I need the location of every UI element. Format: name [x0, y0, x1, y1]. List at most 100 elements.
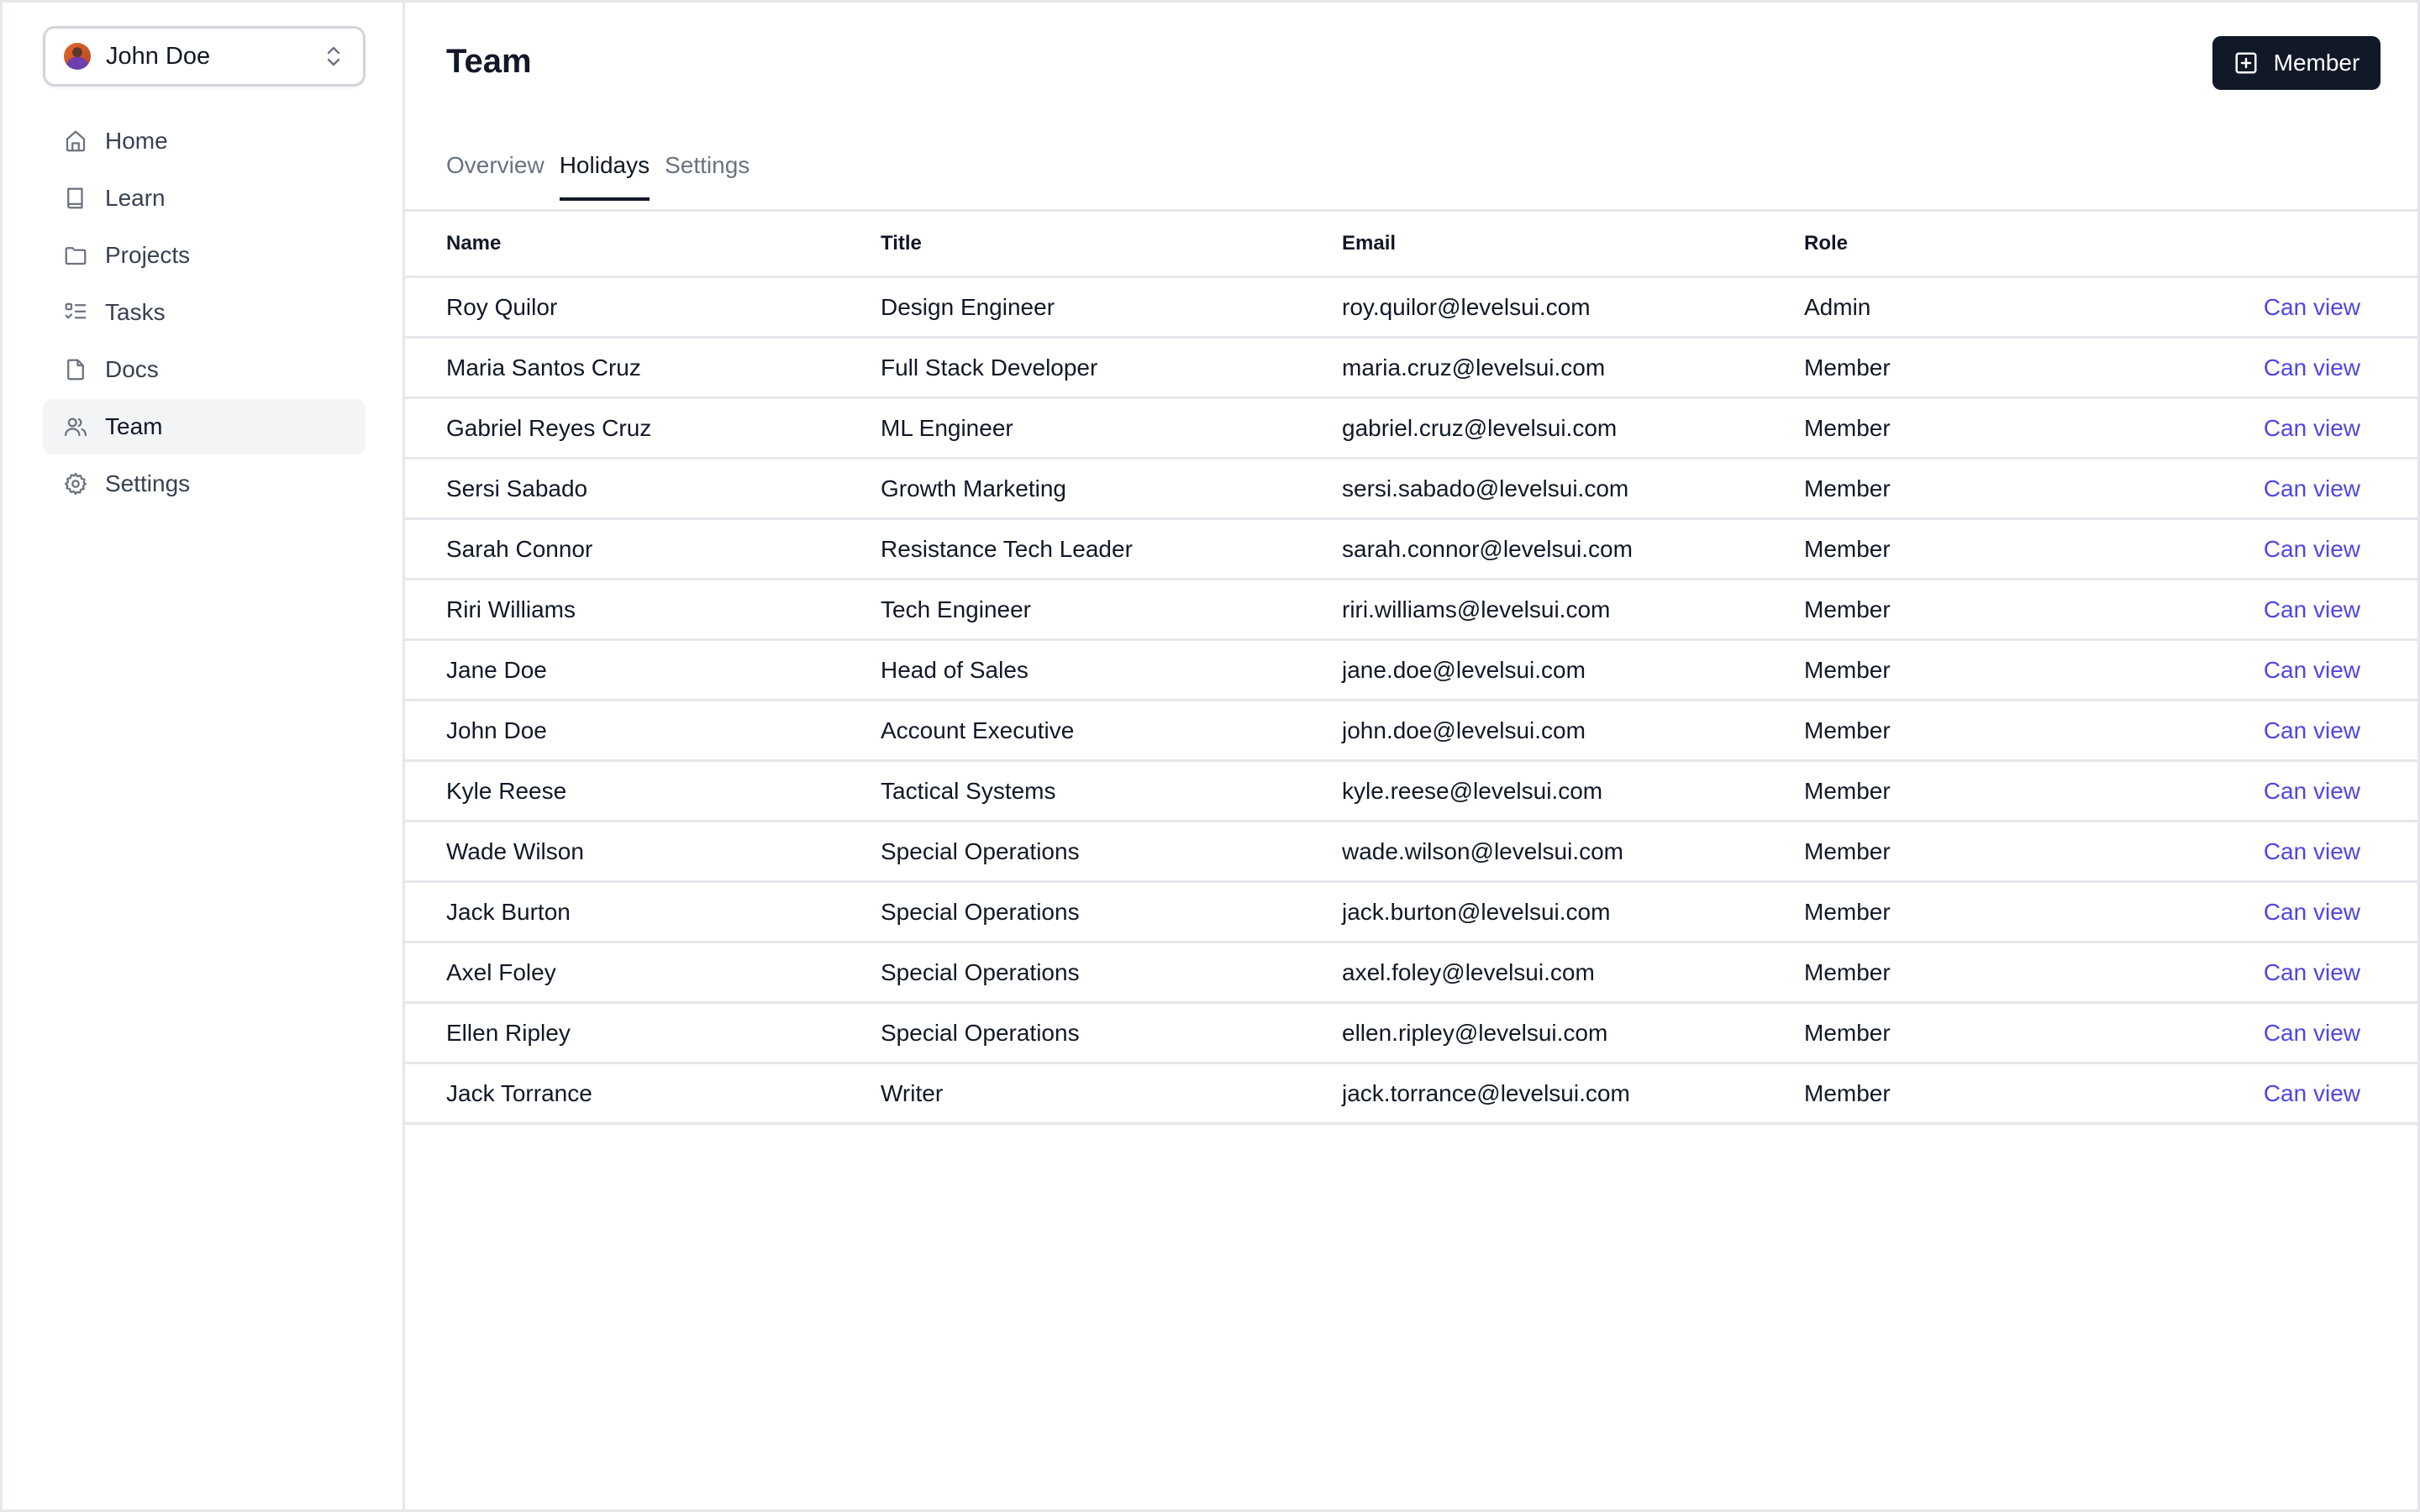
- table-row: Sarah Connor Resistance Tech Leader sarah.…: [405, 520, 2417, 580]
- column-header-email: Email: [1342, 232, 1397, 255]
- permission-link[interactable]: Can view: [2264, 536, 2360, 563]
- add-member-button[interactable]: Member: [2212, 36, 2381, 90]
- member-title: Special Operations: [881, 837, 1080, 864]
- tab-settings[interactable]: Settings: [665, 152, 750, 201]
- permission-link[interactable]: Can view: [2264, 717, 2360, 744]
- table-row: Jack Burton Special Operations jack.burton…: [405, 883, 2417, 943]
- avatar: [64, 43, 91, 70]
- permission-link[interactable]: Can view: [2264, 959, 2360, 986]
- sidebar-item-learn[interactable]: Learn: [43, 171, 366, 226]
- sidebar-item-label: Learn: [105, 185, 166, 211]
- member-email: jack.torrance@levelsui.com: [1342, 1079, 1630, 1106]
- member-role: Member: [1804, 958, 1891, 985]
- column-header-title: Title: [881, 232, 922, 255]
- member-role: Member: [1804, 1079, 1891, 1106]
- gear-icon: [65, 473, 87, 495]
- sidebar-item-label: Tasks: [105, 299, 166, 325]
- member-role: Member: [1804, 717, 1891, 743]
- member-role: Member: [1804, 535, 1891, 562]
- sidebar-item-label: Docs: [105, 356, 159, 382]
- member-name: John Doe: [446, 717, 547, 743]
- sidebar: John Doe Home Learn Projects Tasks Docs …: [3, 3, 405, 1509]
- member-name: Sarah Connor: [446, 535, 593, 562]
- member-title: Growth Marketing: [881, 475, 1066, 501]
- table-row: Sersi Sabado Growth Marketing sersi.sabado…: [405, 459, 2417, 520]
- sidebar-item-home[interactable]: Home: [43, 113, 366, 169]
- permission-link[interactable]: Can view: [2264, 294, 2360, 321]
- member-email: riri.williams@levelsui.com: [1342, 596, 1611, 622]
- table-header: Name Title Email Role: [405, 212, 2417, 278]
- checklist-icon: [65, 302, 87, 319]
- member-email: gabriel.cruz@levelsui.com: [1342, 414, 1618, 441]
- page-title: Team: [446, 43, 532, 80]
- sidebar-item-team[interactable]: Team: [43, 399, 366, 454]
- home-icon: [66, 130, 86, 152]
- table-row: John Doe Account Executive john.doe@levels…: [405, 701, 2417, 762]
- permission-link[interactable]: Can view: [2264, 475, 2360, 502]
- sidebar-item-label: Settings: [105, 470, 191, 496]
- permission-link[interactable]: Can view: [2264, 354, 2360, 381]
- member-title: Writer: [881, 1079, 944, 1106]
- member-role: Member: [1804, 1019, 1891, 1046]
- table-row: Maria Santos Cruz Full Stack Developer mar…: [405, 339, 2417, 399]
- permission-link[interactable]: Can view: [2264, 778, 2360, 805]
- permission-link[interactable]: Can view: [2264, 657, 2360, 684]
- table-row: Jack Torrance Writer jack.torrance@levelsu…: [405, 1064, 2417, 1125]
- member-name: Wade Wilson: [446, 837, 584, 864]
- permission-link[interactable]: Can view: [2264, 899, 2360, 926]
- column-header-name: Name: [446, 232, 502, 255]
- member-title: Head of Sales: [881, 656, 1028, 683]
- sidebar-item-projects[interactable]: Projects: [43, 228, 366, 283]
- member-name: Kyle Reese: [446, 777, 567, 804]
- member-name: Riri Williams: [446, 596, 576, 622]
- account-switcher[interactable]: John Doe: [43, 26, 366, 87]
- table-row: Riri Williams Tech Engineer riri.williams@…: [405, 580, 2417, 641]
- member-email: sarah.connor@levelsui.com: [1342, 535, 1633, 562]
- table-row: Ellen Ripley Special Operations ellen.ripl…: [405, 1004, 2417, 1064]
- permission-link[interactable]: Can view: [2264, 596, 2360, 623]
- member-name: Ellen Ripley: [446, 1019, 571, 1046]
- table-row: Jane Doe Head of Sales jane.doe@levelsui.c…: [405, 641, 2417, 701]
- member-email: john.doe@levelsui.com: [1342, 717, 1586, 743]
- member-title: Tactical Systems: [881, 777, 1056, 804]
- tab-holidays[interactable]: Holidays: [559, 152, 650, 201]
- member-role: Member: [1804, 898, 1891, 925]
- member-title: Resistance Tech Leader: [881, 535, 1133, 562]
- member-role: Member: [1804, 475, 1891, 501]
- member-title: Special Operations: [881, 1019, 1080, 1046]
- member-role: Member: [1804, 354, 1891, 381]
- app-window: John Doe Home Learn Projects Tasks Docs …: [0, 0, 2420, 1512]
- book-icon: [67, 187, 83, 209]
- tab-bar: Overview Holidays Settings: [446, 152, 750, 201]
- member-title: Special Operations: [881, 958, 1080, 985]
- permission-link[interactable]: Can view: [2264, 838, 2360, 865]
- table-row: Axel Foley Special Operations axel.foley@l…: [405, 943, 2417, 1004]
- sidebar-item-label: Team: [105, 413, 163, 439]
- tab-overview[interactable]: Overview: [446, 152, 544, 201]
- permission-link[interactable]: Can view: [2264, 1020, 2360, 1047]
- permission-link[interactable]: Can view: [2264, 415, 2360, 442]
- member-title: ML Engineer: [881, 414, 1013, 441]
- member-email: jack.burton@levelsui.com: [1342, 898, 1611, 925]
- sidebar-item-settings[interactable]: Settings: [43, 456, 366, 512]
- member-name: Jane Doe: [446, 656, 547, 683]
- sidebar-item-tasks[interactable]: Tasks: [43, 285, 366, 340]
- member-name: Gabriel Reyes Cruz: [446, 414, 652, 441]
- sidebar-item-label: Home: [105, 128, 168, 154]
- member-role: Member: [1804, 596, 1891, 622]
- sidebar-item-label: Projects: [105, 242, 191, 268]
- table-row: Gabriel Reyes Cruz ML Engineer gabriel.cru…: [405, 399, 2417, 459]
- team-table: Name Title Email Role Roy Quilor Design E…: [405, 212, 2417, 1125]
- member-email: roy.quilor@levelsui.com: [1342, 293, 1591, 320]
- sidebar-nav: Home Learn Projects Tasks Docs Team Sett…: [43, 113, 366, 513]
- folder-icon: [65, 247, 87, 265]
- member-email: axel.foley@levelsui.com: [1342, 958, 1595, 985]
- member-role: Member: [1804, 777, 1891, 804]
- member-role: Member: [1804, 837, 1891, 864]
- permission-link[interactable]: Can view: [2264, 1080, 2360, 1107]
- member-name: Axel Foley: [446, 958, 556, 985]
- member-name: Maria Santos Cruz: [446, 354, 641, 381]
- member-name: Jack Burton: [446, 898, 571, 925]
- chevron-up-down-icon: [327, 46, 340, 66]
- sidebar-item-docs[interactable]: Docs: [43, 342, 366, 397]
